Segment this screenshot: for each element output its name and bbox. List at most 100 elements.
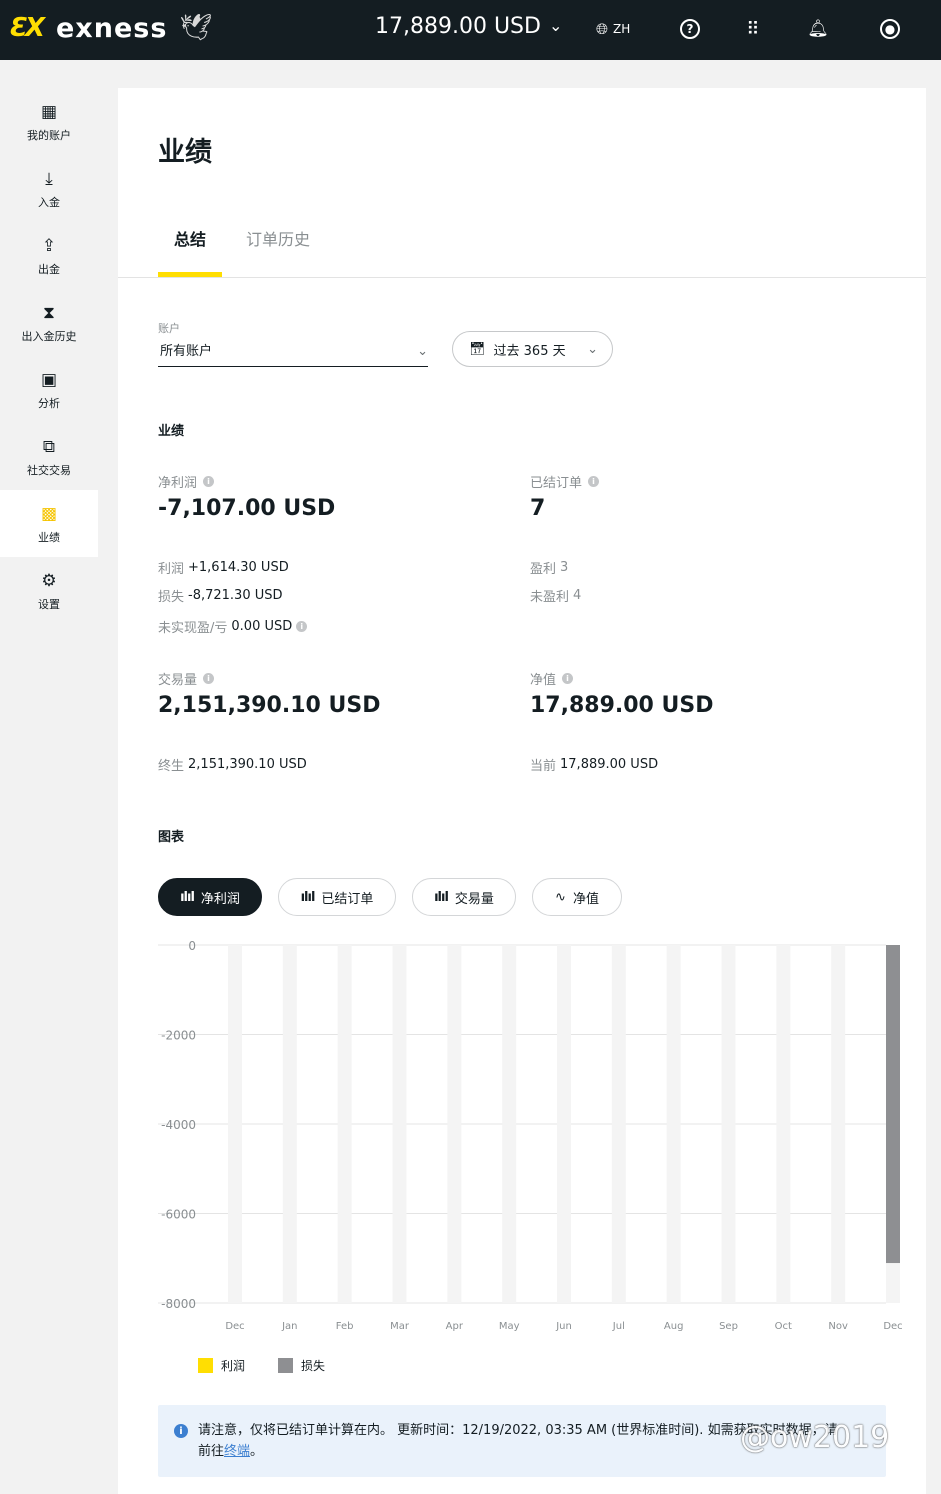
sidebar-item-analytics[interactable]: ▣ 分析	[0, 356, 98, 423]
info-icon[interactable]: i	[203, 476, 215, 487]
net-profit-label-text: 净利润	[158, 476, 198, 491]
user-icon: ●	[880, 19, 900, 39]
info-icon[interactable]: i	[588, 476, 600, 487]
y-tick-label: -4000	[161, 1118, 196, 1132]
unrealized-label: 未实现盈/亏	[158, 621, 228, 636]
grid-icon: ▦	[40, 101, 58, 122]
legend-loss[interactable]: 损失	[278, 1357, 325, 1374]
chart-tab-closed-orders[interactable]: ılıl 已结订单	[278, 878, 396, 916]
volume-label: 交易量 i	[158, 669, 215, 688]
bar-background	[831, 945, 846, 1303]
account-select-value: 所有账户	[160, 344, 213, 359]
terminal-link[interactable]: 终端	[224, 1444, 250, 1459]
date-range-button[interactable]: 📅︎ 过去 365 天 ⌄	[452, 331, 613, 367]
equity-value: 17,889.00 USD	[530, 693, 714, 718]
bar-background	[392, 945, 407, 1303]
watermark: @ow2019	[740, 1420, 890, 1455]
profitable-label: 盈利	[530, 562, 557, 577]
sidebar-item-my-accounts[interactable]: ▦ 我的账户	[0, 88, 98, 155]
bar-background	[228, 945, 242, 1303]
balance-dropdown[interactable]: 17,889.00 USD ⌄	[375, 14, 562, 39]
sidebar-item-performance[interactable]: ▩ 业绩	[0, 490, 98, 557]
sidebar-item-deposit[interactable]: ⤓ 入金	[0, 155, 98, 222]
bell-icon: 🔔︎	[807, 19, 829, 39]
profit-row: 利润 +1,614.30 USD	[158, 558, 289, 577]
unprofitable-row: 未盈利 4	[530, 586, 581, 605]
performance-section-title: 业绩	[158, 424, 185, 439]
sidebar-item-withdraw[interactable]: ⇪ 出金	[0, 222, 98, 289]
logo-text: exness	[56, 12, 168, 44]
legend-label: 损失	[301, 1359, 326, 1373]
apps-grid-icon: ⠿	[746, 18, 759, 40]
chart-tab-label: 净利润	[200, 891, 240, 907]
bar-background	[776, 945, 791, 1303]
y-tick-label: -8000	[161, 1297, 196, 1311]
profit-label: 利润	[158, 562, 185, 577]
line-chart-icon: ∿	[555, 889, 566, 905]
exness-logo[interactable]: ƐX exness 🕊	[0, 8, 213, 48]
bar-chart-icon: ılıl	[180, 889, 195, 905]
help-button[interactable]: ?	[678, 14, 702, 44]
unrealized-value: 0.00 USD	[231, 619, 293, 634]
sidebar-item-label: 出金	[38, 262, 60, 276]
sidebar-item-settings[interactable]: ⚙ 设置	[0, 557, 98, 624]
language-button[interactable]: 🌐︎ ZH	[596, 14, 630, 44]
info-icon[interactable]: i	[296, 621, 308, 632]
bar-loss	[886, 945, 900, 1264]
dove-icon: 🕊	[179, 13, 213, 43]
x-tick-label: Dec	[883, 1321, 902, 1332]
bar-background	[611, 945, 626, 1303]
notifications-button[interactable]: 🔔︎	[806, 14, 830, 44]
info-icon: i	[174, 1424, 188, 1438]
x-tick-label: Dec	[225, 1321, 244, 1332]
chart-section-title: 图表	[158, 830, 185, 845]
chart-tab-equity[interactable]: ∿ 净值	[532, 878, 622, 916]
share-out-icon: ⇪	[41, 235, 57, 256]
current-label: 当前	[530, 759, 557, 774]
account-label: 账户	[158, 322, 180, 335]
y-tick-label: 0	[188, 939, 196, 953]
legend-swatch	[278, 1358, 293, 1373]
sidebar-item-label: 社交交易	[27, 463, 71, 477]
sidebar-item-social-trading[interactable]: ⧉ 社交交易	[0, 423, 98, 490]
info-icon[interactable]: i	[203, 673, 215, 684]
current-value: 17,889.00 USD	[560, 757, 659, 772]
sidebar: ▦ 我的账户 ⤓ 入金 ⇪ 出金 ⧗ 出入金历史 ▣ 分析 ⧉ 社交交易 ▩ 业…	[0, 88, 98, 624]
bar-background	[447, 945, 462, 1303]
notice-suffix: 。	[250, 1444, 264, 1459]
apps-button[interactable]: ⠿	[740, 14, 764, 44]
account-select[interactable]: 所有账户 ⌄	[158, 340, 428, 367]
download-icon: ⤓	[45, 168, 53, 189]
bar-chart-icon: ılıl	[434, 889, 449, 905]
volume-value: 2,151,390.10 USD	[158, 693, 381, 718]
sidebar-item-label: 业绩	[38, 530, 60, 544]
legend-profit[interactable]: 利润	[198, 1357, 245, 1374]
sidebar-item-transaction-history[interactable]: ⧗ 出入金历史	[0, 289, 98, 356]
tab-summary[interactable]: 总结	[174, 226, 206, 250]
unprofitable-value: 4	[573, 588, 582, 603]
x-tick-label: Jul	[612, 1321, 625, 1332]
closed-orders-label: 已结订单 i	[530, 472, 600, 491]
chevron-down-icon: ⌄	[417, 344, 428, 359]
logo-mark: ƐX	[9, 13, 45, 43]
bar-background	[557, 945, 571, 1303]
profile-button[interactable]: ●	[878, 14, 902, 44]
loss-row: 损失 -8,721.30 USD	[158, 586, 283, 605]
sidebar-item-label: 入金	[38, 195, 60, 209]
info-icon[interactable]: i	[562, 673, 574, 684]
tab-order-history[interactable]: 订单历史	[246, 226, 310, 250]
profit-value: +1,614.30 USD	[188, 560, 289, 575]
chart-tab-net-profit[interactable]: ılıl 净利润	[158, 878, 262, 916]
bar-background	[502, 945, 517, 1303]
equity-label-text: 净值	[530, 673, 557, 688]
chart-tab-label: 交易量	[454, 891, 494, 907]
page-title: 业绩	[158, 137, 212, 168]
x-tick-label: Mar	[390, 1321, 410, 1332]
chevron-down-icon: ⌄	[587, 341, 598, 357]
y-tick-label: -6000	[161, 1208, 196, 1222]
chart-tab-volume[interactable]: ılıl 交易量	[412, 878, 516, 916]
tab-divider	[118, 277, 926, 278]
y-tick-label: -2000	[161, 1029, 196, 1043]
sidebar-item-label: 设置	[38, 597, 60, 611]
sidebar-item-label: 我的账户	[27, 128, 71, 142]
